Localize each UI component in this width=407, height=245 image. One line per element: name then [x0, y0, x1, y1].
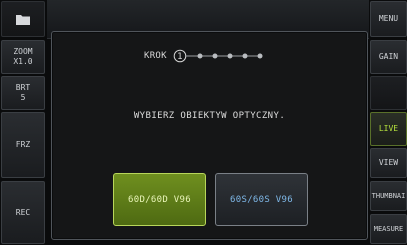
- menu-button[interactable]: MENU: [370, 1, 407, 37]
- view-button[interactable]: VIEW: [370, 148, 407, 178]
- lens-option-60d[interactable]: 60D/60D V96: [113, 173, 206, 226]
- brightness-button[interactable]: BRT 5: [1, 76, 45, 110]
- record-button[interactable]: REC: [1, 181, 45, 244]
- step-progress: 1: [173, 49, 263, 63]
- lens-option-60s[interactable]: 60S/60S V96: [215, 173, 308, 226]
- freeze-button[interactable]: FRZ: [1, 112, 45, 178]
- step-indicator: KROK 1: [144, 49, 273, 63]
- live-button[interactable]: LIVE: [370, 112, 407, 146]
- measure-button[interactable]: MEASURE: [370, 214, 407, 244]
- folder-icon: [16, 14, 30, 25]
- step-current: 1: [177, 52, 183, 62]
- left-toolbar: ZOOM X1.0 BRT 5 FRZ REC: [0, 0, 46, 245]
- thumbnail-button[interactable]: THUMBNAI: [370, 181, 407, 211]
- step-label: KROK: [144, 51, 167, 61]
- dialog-prompt: WYBIERZ OBIEKTYW OPTYCZNY.: [133, 111, 286, 121]
- folder-button[interactable]: [1, 1, 45, 37]
- right-toolbar: MENU GAIN LIVE VIEW THUMBNAI MEASURE: [369, 0, 407, 245]
- empty-button[interactable]: [370, 76, 407, 110]
- gain-button[interactable]: GAIN: [370, 40, 407, 74]
- lens-select-dialog: KROK 1 WYBIERZ OBIEKTYW OPTYCZNY. 60D/60…: [51, 31, 368, 240]
- zoom-button[interactable]: ZOOM X1.0: [1, 40, 45, 74]
